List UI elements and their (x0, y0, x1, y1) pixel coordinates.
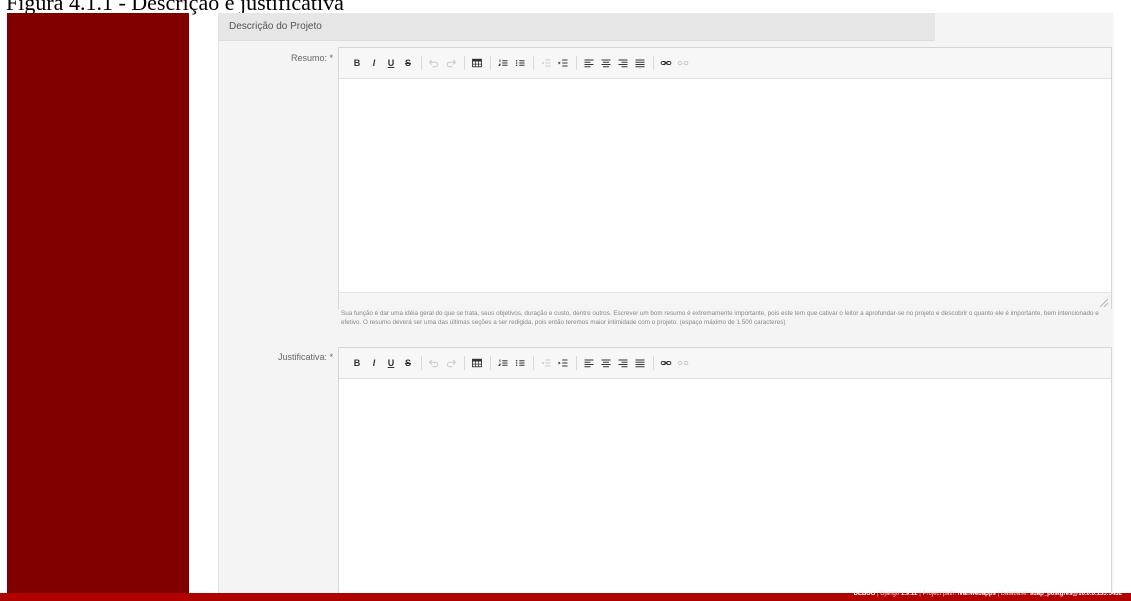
resumo-textarea[interactable] (339, 79, 1111, 292)
link-icon[interactable] (658, 355, 674, 371)
strikethrough-glyph: S (404, 58, 411, 68)
footer-database: suap_postgres@10.0.0.135:5432 (1029, 591, 1122, 597)
toolbar-separator (421, 56, 422, 70)
table-icon[interactable] (469, 55, 485, 71)
align-left-icon[interactable] (581, 355, 597, 371)
underline-icon[interactable]: U (383, 55, 399, 71)
form-panel: Descrição do Projeto Resumo: * BIUS Sua … (218, 13, 1113, 595)
footer-database-prefix: | Database: (995, 591, 1030, 597)
indent-icon[interactable] (555, 55, 571, 71)
underline-glyph: U (387, 58, 395, 68)
redo-icon[interactable] (443, 55, 459, 71)
align-right-icon[interactable] (615, 55, 631, 71)
strikethrough-glyph: S (404, 358, 411, 368)
footer-django-prefix: | Django (875, 591, 901, 597)
justificativa-textarea[interactable] (339, 379, 1111, 595)
link-icon[interactable] (658, 55, 674, 71)
outdent-icon[interactable] (538, 355, 554, 371)
align-left-icon[interactable] (581, 55, 597, 71)
ordered-list-icon[interactable] (495, 355, 511, 371)
sidebar (7, 13, 189, 593)
undo-icon[interactable] (426, 55, 442, 71)
resumo-help-text: Sua função é dar uma idéia geral do que … (341, 310, 1099, 326)
redo-icon[interactable] (443, 355, 459, 371)
toolbar-separator (464, 356, 465, 370)
italic-glyph: I (372, 358, 376, 368)
footer-django-version: 1.9.12 (900, 591, 918, 597)
resize-handle-icon[interactable] (1100, 299, 1108, 307)
align-right-icon[interactable] (615, 355, 631, 371)
italic-glyph: I (372, 58, 376, 68)
resumo-editor[interactable]: B I US (338, 47, 1112, 309)
justificativa-editor[interactable]: B I US (338, 347, 1112, 595)
unlink-icon[interactable] (675, 355, 691, 371)
section-title: Descrição do Projeto (229, 21, 322, 32)
toolbar-separator (576, 56, 577, 70)
resumo-toolbar: B I US (339, 48, 1111, 79)
footer-project-prefix: | Project path: (917, 591, 958, 597)
bold-glyph: B (353, 358, 361, 368)
debug-footer: DEBUG | Django 1.9.12 | Project path: /v… (0, 591, 1131, 601)
toolbar-separator (490, 356, 491, 370)
toolbar-separator (421, 356, 422, 370)
align-justify-icon[interactable] (632, 355, 648, 371)
bold-glyph: B (353, 58, 361, 68)
justificativa-label: Justificativa: * (277, 352, 333, 362)
unlink-icon[interactable] (675, 55, 691, 71)
strikethrough-icon[interactable]: S (400, 55, 416, 71)
toolbar-separator (464, 56, 465, 70)
unordered-list-icon[interactable] (512, 355, 528, 371)
underline-glyph: U (387, 358, 395, 368)
indent-icon[interactable] (555, 355, 571, 371)
toolbar-separator (576, 356, 577, 370)
justificativa-toolbar: B I US (339, 348, 1111, 379)
align-center-icon[interactable] (598, 355, 614, 371)
resumo-label: Resumo: * (290, 53, 333, 63)
strikethrough-icon[interactable]: S (400, 355, 416, 371)
outdent-icon[interactable] (538, 55, 554, 71)
italic-icon[interactable]: I (366, 355, 382, 371)
italic-icon[interactable]: I (366, 55, 382, 71)
underline-icon[interactable]: U (383, 355, 399, 371)
section-header: Descrição do Projeto (219, 13, 935, 41)
toolbar-separator (533, 356, 534, 370)
ordered-list-icon[interactable] (495, 55, 511, 71)
toolbar-separator (653, 56, 654, 70)
align-center-icon[interactable] (598, 55, 614, 71)
toolbar-separator (653, 356, 654, 370)
undo-icon[interactable] (426, 355, 442, 371)
footer-project-path: /var/webapps (957, 591, 996, 597)
footer-debug: DEBUG (853, 591, 876, 597)
bold-icon[interactable]: B (349, 355, 365, 371)
toolbar-separator (533, 56, 534, 70)
align-justify-icon[interactable] (632, 55, 648, 71)
resumo-statusbar (339, 292, 1111, 309)
toolbar-separator (490, 56, 491, 70)
table-icon[interactable] (469, 355, 485, 371)
bold-icon[interactable]: B (349, 55, 365, 71)
footer-text: DEBUG | Django 1.9.12 | Project path: /v… (854, 591, 1122, 597)
unordered-list-icon[interactable] (512, 55, 528, 71)
